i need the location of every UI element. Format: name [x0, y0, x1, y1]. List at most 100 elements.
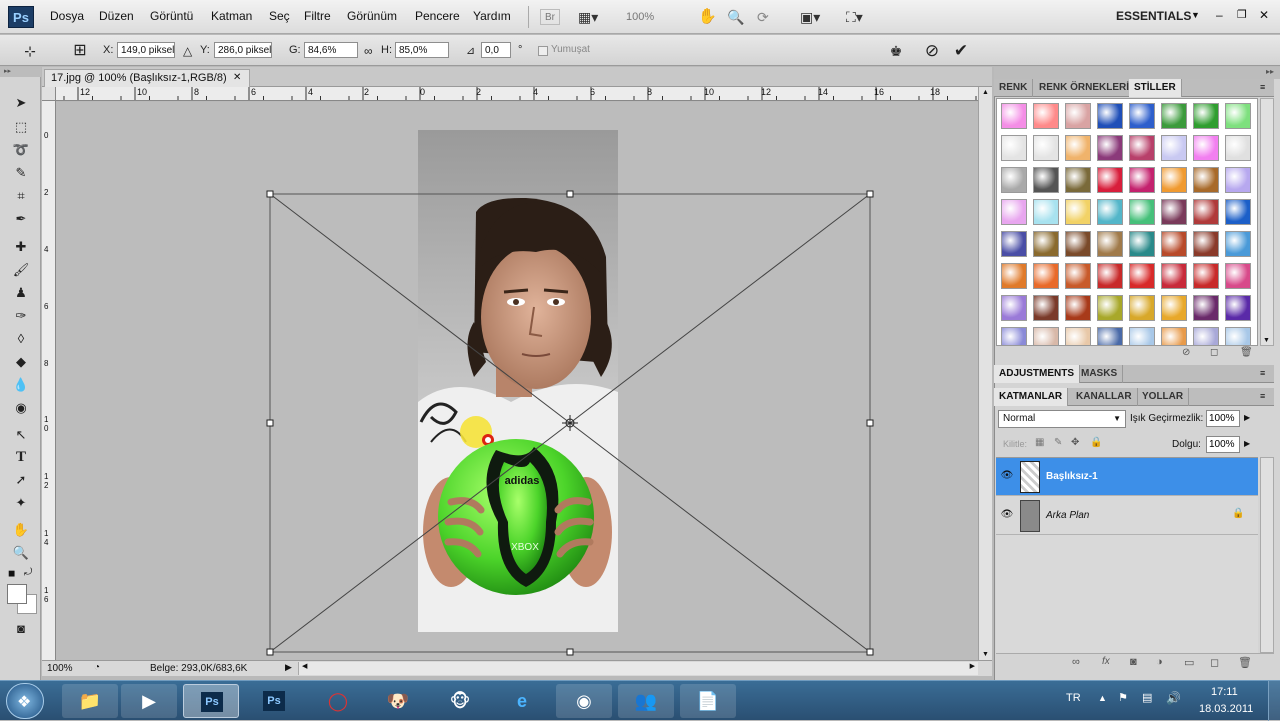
opacity-field[interactable] — [1206, 410, 1240, 427]
style-swatch[interactable] — [1097, 167, 1123, 193]
style-swatch[interactable] — [1065, 135, 1091, 161]
style-swatch[interactable] — [1225, 327, 1251, 345]
direct-selection-tool-icon[interactable]: ➚ — [10, 470, 32, 490]
layer-row-baslıksız[interactable]: 👁 Başlıksız-1 — [996, 458, 1258, 496]
adjustment-layer-icon[interactable]: ◑ — [1156, 656, 1163, 668]
style-swatch[interactable] — [1129, 199, 1155, 225]
style-swatch[interactable] — [1033, 263, 1059, 289]
tab-adjustments[interactable]: ADJUSTMENTS — [994, 365, 1081, 383]
style-swatch[interactable] — [1065, 327, 1091, 345]
scroll-right-icon[interactable]: ▶ — [970, 662, 975, 670]
bridge-button[interactable]: Br — [540, 9, 560, 25]
style-swatch[interactable] — [1225, 103, 1251, 129]
style-swatch[interactable] — [1225, 295, 1251, 321]
style-swatch[interactable] — [1161, 135, 1187, 161]
new-group-icon[interactable]: ▭ — [1184, 656, 1194, 669]
style-swatch[interactable] — [1193, 103, 1219, 129]
style-swatch[interactable] — [1193, 135, 1219, 161]
style-swatch[interactable] — [1065, 295, 1091, 321]
lasso-tool-icon[interactable]: ➰ — [10, 140, 32, 160]
style-swatch[interactable] — [1129, 295, 1155, 321]
style-swatch[interactable] — [1225, 135, 1251, 161]
show-desktop-button[interactable] — [1268, 681, 1280, 721]
style-swatch[interactable] — [1161, 231, 1187, 257]
taskbar-windows-explorer[interactable]: 📁 — [62, 684, 118, 718]
taskbar-opera[interactable]: ◯ — [310, 684, 366, 718]
ruler-origin[interactable] — [42, 87, 56, 101]
style-swatch[interactable] — [1001, 263, 1027, 289]
style-swatch[interactable] — [1097, 263, 1123, 289]
taskbar-chrome[interactable]: ◉ — [556, 684, 612, 718]
panel-menu-icon[interactable]: ≡ — [1260, 82, 1265, 92]
style-swatch[interactable] — [1161, 103, 1187, 129]
status-arrow-icon[interactable]: ▶ — [285, 662, 292, 673]
scroll-down-icon[interactable]: ▼ — [1263, 337, 1270, 344]
vertical-ruler[interactable]: 0 2 4 6 8 1 0 1 2 1 4 1 6 — [42, 101, 56, 660]
screen-mode-icon[interactable]: ⛶▾ — [846, 7, 863, 27]
scroll-left-icon[interactable]: ◀ — [302, 662, 307, 670]
height-field[interactable] — [395, 42, 449, 58]
angle-field[interactable] — [481, 42, 511, 58]
document-tab[interactable]: 17.jpg @ 100% (Başlıksız-1,RGB/8) ✕ — [44, 69, 250, 87]
tab-masks[interactable]: MASKS — [1076, 365, 1124, 383]
layer-row-arka-plan[interactable]: 👁 Arka Plan 🔒 — [996, 497, 1258, 535]
taskbar-monkey[interactable]: 🐵 — [432, 684, 488, 718]
brush-tool-icon[interactable]: 🖌 — [10, 260, 32, 280]
lock-transparency-icon[interactable]: ▦ — [1035, 437, 1044, 448]
style-swatch[interactable] — [1225, 167, 1251, 193]
start-button[interactable]: ❖ — [6, 683, 44, 719]
style-swatch[interactable] — [1065, 263, 1091, 289]
style-swatch[interactable] — [1033, 295, 1059, 321]
y-position-field[interactable] — [214, 42, 272, 58]
canvas-area[interactable]: adidas XBOX — [56, 102, 978, 660]
taskbar-photoshop-active[interactable]: Ps — [183, 684, 239, 718]
style-swatch[interactable] — [1129, 167, 1155, 193]
tab-yollar[interactable]: YOLLAR — [1137, 388, 1190, 406]
link-layers-icon[interactable]: ∞ — [1072, 656, 1080, 668]
healing-brush-tool-icon[interactable]: ✚ — [10, 237, 32, 257]
fill-dropdown-icon[interactable]: ▶ — [1244, 439, 1250, 448]
scroll-up-icon[interactable]: ▲ — [982, 89, 989, 96]
lock-pixels-icon[interactable]: ✎ — [1054, 437, 1062, 448]
style-swatch[interactable] — [1065, 103, 1091, 129]
tab-renk-ornekleri[interactable]: RENK ÖRNEKLERİ — [1034, 79, 1136, 97]
panel-menu-icon[interactable]: ≡ — [1260, 368, 1265, 378]
menu-sec[interactable]: Seç — [269, 9, 290, 23]
show-hidden-icons[interactable]: ▲ — [1098, 693, 1107, 703]
style-swatch[interactable] — [1001, 295, 1027, 321]
style-swatch[interactable] — [1065, 167, 1091, 193]
style-swatch[interactable] — [1001, 231, 1027, 257]
status-menu-icon[interactable]: ◔ — [94, 662, 100, 673]
menu-filtre[interactable]: Filtre — [304, 9, 331, 23]
style-swatch[interactable] — [1129, 231, 1155, 257]
menu-yardim[interactable]: Yardım — [473, 9, 511, 23]
foreground-color-swatch[interactable] — [7, 584, 27, 604]
taskbar-photoshop[interactable]: Ps — [246, 684, 302, 718]
style-swatch[interactable] — [1001, 103, 1027, 129]
style-swatch[interactable] — [1097, 231, 1123, 257]
blur-tool-icon[interactable]: 💧 — [10, 375, 32, 395]
rotate-view-icon[interactable]: ⟳ — [757, 7, 769, 27]
horizontal-scrollbar[interactable]: ◀ ▶ — [298, 662, 978, 675]
layer-name[interactable]: Arka Plan — [1046, 510, 1089, 521]
trash-icon[interactable]: 🗑 — [1240, 347, 1253, 358]
path-selection-tool-icon[interactable]: ↖ — [10, 425, 32, 445]
warp-icon[interactable]: ♚ — [886, 41, 906, 61]
lock-all-icon[interactable]: 🔒 — [1090, 437, 1102, 448]
taskbar-internet-explorer[interactable]: e — [494, 684, 550, 718]
clock-date[interactable]: 18.03.2011 — [1199, 703, 1253, 715]
quick-selection-tool-icon[interactable]: ✎ — [10, 163, 32, 183]
document-close-icon[interactable]: ✕ — [233, 70, 241, 86]
menu-goruntu[interactable]: Görüntü — [150, 9, 193, 23]
quick-mask-icon[interactable]: ◙ — [10, 619, 32, 639]
style-swatch[interactable] — [1129, 103, 1155, 129]
zoom-tool-icon[interactable]: 🔍 — [10, 543, 32, 563]
swap-colors-icon[interactable]: ⤾ — [24, 567, 32, 578]
transform-handle[interactable] — [866, 190, 874, 198]
width-field[interactable] — [304, 42, 358, 58]
close-icon[interactable]: ✕ — [1259, 8, 1269, 22]
link-icon[interactable]: ∞ — [364, 44, 373, 58]
reference-point-icon[interactable]: ⊞ — [70, 41, 90, 61]
style-swatch[interactable] — [1129, 135, 1155, 161]
fill-field[interactable] — [1206, 436, 1240, 453]
